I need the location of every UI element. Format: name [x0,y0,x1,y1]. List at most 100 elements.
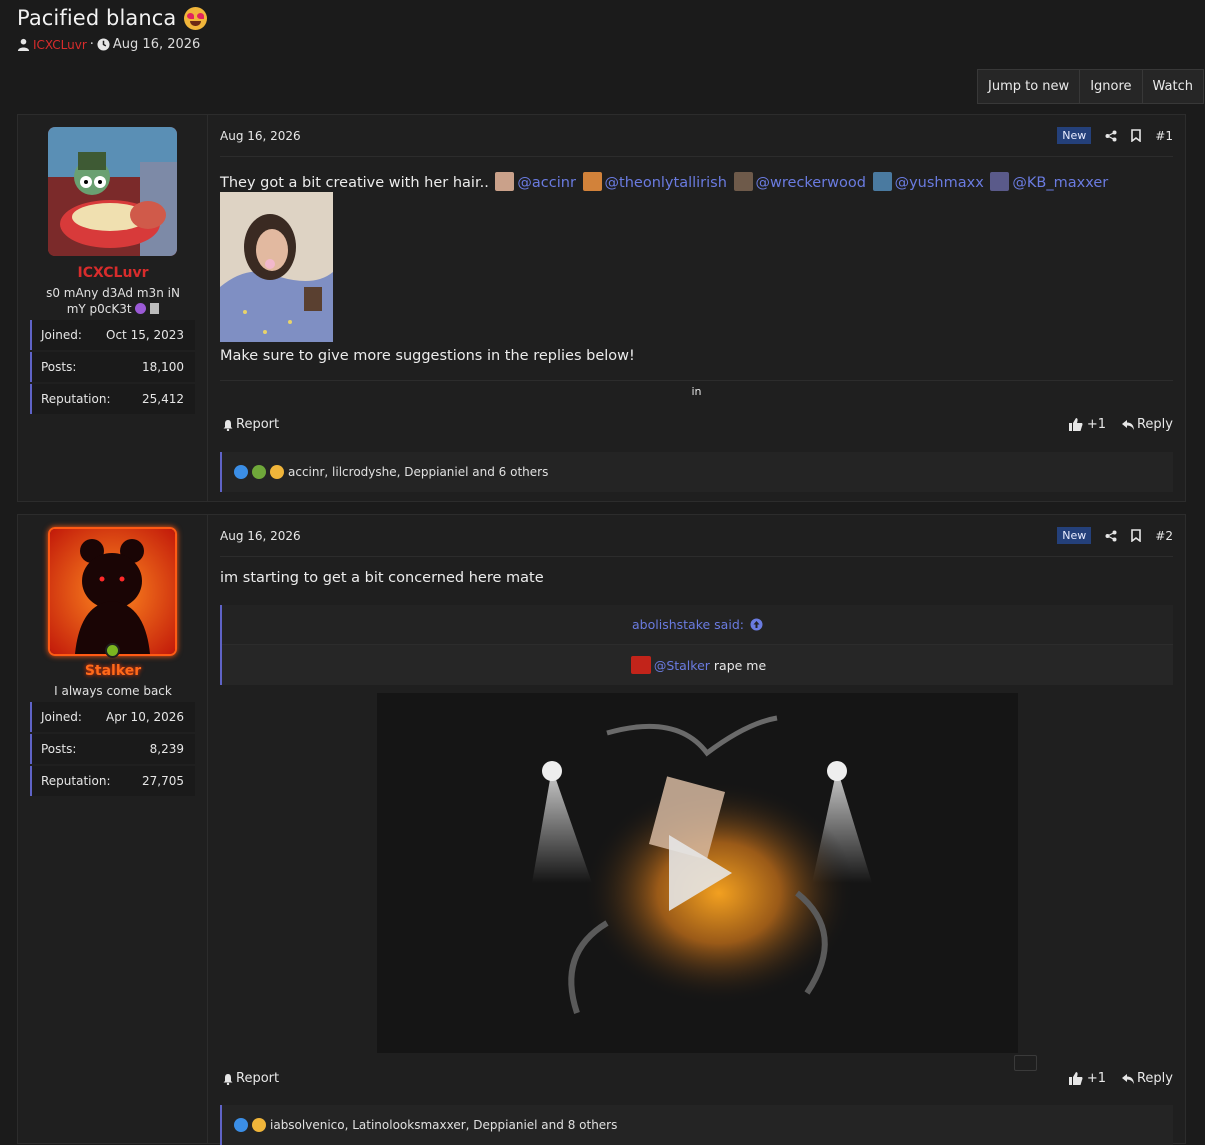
username[interactable]: Stalker [18,663,208,679]
bell-icon [223,1073,233,1085]
stat-label: Joined: [41,710,82,724]
username[interactable]: ICXCLuvr [18,265,208,281]
user-title: s0 mAny d3Ad m3n iN mY p0cK3t [36,285,190,317]
arrow-up-circle-icon[interactable] [750,618,763,631]
avatar[interactable] [48,527,177,656]
post-date[interactable]: Aug 16, 2026 [220,129,301,143]
thread-actions: Jump to new Ignore Watch [977,69,1205,104]
post-footer: Report +1 Reply [220,417,1173,432]
stat-label: Joined: [41,328,82,342]
post-image[interactable] [220,192,333,342]
ignore-button[interactable]: Ignore [1080,70,1143,103]
post-2-user-cell: Stalker I always come back Joined: Apr 1… [18,515,208,1143]
bell-icon [223,419,233,431]
picture-in-picture-icon[interactable] [1014,1055,1037,1071]
mention-link[interactable]: @yushmaxx [895,175,984,191]
stat-label: Posts: [41,360,77,374]
thread-meta: ICXCLuvr · Aug 16, 2026 [17,37,207,52]
stat-value: 27,705 [142,774,184,788]
stat-value: Apr 10, 2026 [105,710,184,724]
like-reaction-icon [234,1118,248,1132]
quote-body: @Stalker rape me [222,645,1173,685]
stat-value: 25,412 [142,392,184,406]
new-badge: New [1057,527,1092,544]
post-1: ICXCLuvr s0 mAny d3Ad m3n iN mY p0cK3t J… [17,114,1186,502]
devil-emoji-icon [135,303,147,314]
share-icon[interactable] [1105,530,1117,542]
reply-label: Reply [1136,417,1173,432]
post-2: Stalker I always come back Joined: Apr 1… [17,514,1186,1145]
mention-link[interactable]: @accinr [517,175,576,191]
mention-link[interactable]: @wreckerwood [756,175,866,191]
thread-title: Pacified blanca [17,6,208,30]
post-date[interactable]: Aug 16, 2026 [220,529,301,543]
bookmark-icon[interactable] [1131,529,1142,542]
mention-link[interactable]: @Stalker [654,658,710,673]
like-count: +1 [1086,417,1106,432]
post-number-link[interactable]: #1 [1155,129,1173,143]
page-header: Pacified blanca ICXCLuvr · Aug 16, 2026 [17,6,208,52]
clock-icon [97,38,110,51]
report-button[interactable]: Report [220,1071,279,1086]
like-button[interactable]: +1 [1068,1071,1106,1086]
thumbs-up-icon [1068,418,1083,431]
post-text-intro: They got a bit creative with her hair.. [220,175,489,191]
heart-eyes-emoji-icon [184,6,208,30]
reply-button[interactable]: Reply [1121,417,1173,432]
laugh-reaction-icon [270,465,284,479]
report-label: Report [236,1071,280,1086]
report-label: Report [236,417,280,432]
quote-header[interactable]: abolishstake said: [222,605,1173,645]
like-button[interactable]: +1 [1068,417,1106,432]
reactions-text[interactable]: iabsolvenico, Latinolooksmaxxer, Deppian… [270,1118,617,1132]
thread-author-link[interactable]: ICXCLuvr [33,38,87,52]
reactions-bar[interactable]: accinr, lilcrodyshe, Deppianiel and 6 ot… [220,452,1173,492]
stat-value[interactable]: 18,100 [142,360,184,374]
stat-label: Reputation: [41,774,111,788]
sick-reaction-icon [252,465,266,479]
stat-joined: Joined: Oct 15, 2023 [30,320,195,350]
reactions-text[interactable]: accinr, lilcrodyshe, Deppianiel and 6 ot… [288,465,548,479]
mention-link[interactable]: @theonlytallirish [605,175,727,191]
post-number-link[interactable]: #2 [1155,529,1173,543]
laugh-reaction-icon [252,1118,266,1132]
post-text: im starting to get a bit concerned here … [220,570,544,586]
reply-label: Reply [1136,1071,1173,1086]
post-header: Aug 16, 2026 New #1 [220,115,1173,157]
quote-block: abolishstake said: @Stalker rape me [220,605,1173,685]
quote-text: rape me [713,657,767,673]
reply-button[interactable]: Reply [1121,1071,1173,1086]
like-count: +1 [1086,1071,1106,1086]
thread-date[interactable]: Aug 16, 2026 [113,37,200,52]
user-title-text: s0 mAny d3Ad m3n iN mY p0cK3t [46,286,180,316]
mention-link[interactable]: @KB_maxxer [1012,175,1108,191]
avatar-image [48,127,177,256]
stat-posts: Posts: 18,100 [30,352,195,382]
watch-button[interactable]: Watch [1143,70,1203,103]
post-2-content: Aug 16, 2026 New #2 im starting to get a… [220,515,1173,1145]
video-thumbnail [377,693,1018,1053]
share-icon[interactable] [1105,130,1117,142]
post-photo [220,192,333,342]
quote-source: abolishstake said: [632,617,744,632]
stat-posts: Posts: 8,239 [30,734,195,764]
avatar-image [50,529,175,654]
thumbs-up-icon [1068,1072,1083,1085]
video-player[interactable] [377,693,1018,1053]
post-1-user-cell: ICXCLuvr s0 mAny d3Ad m3n iN mY p0cK3t J… [18,115,208,501]
meta-separator: · [89,37,94,52]
scroll-emoji-icon [150,303,160,314]
reactions-bar[interactable]: iabsolvenico, Latinolooksmaxxer, Deppian… [220,1105,1173,1145]
mention-avatar [872,172,892,191]
stat-reputation: Reputation: 25,412 [30,384,195,414]
jump-to-new-button[interactable]: Jump to new [978,70,1081,103]
stat-value: Oct 15, 2023 [106,328,184,342]
stat-value[interactable]: 8,239 [150,742,184,756]
signature: in [691,385,702,398]
avatar[interactable] [48,127,177,256]
bookmark-icon[interactable] [1131,129,1142,142]
user-title: I always come back [54,684,172,698]
stat-joined: Joined: Apr 10, 2026 [30,702,195,732]
report-button[interactable]: Report [220,417,279,432]
mention-avatar [733,172,753,191]
